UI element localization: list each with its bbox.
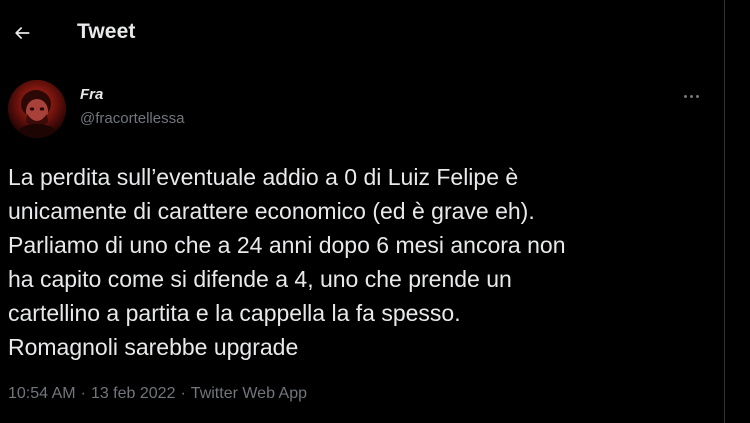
tweet-timestamp-time[interactable]: 10:54 AM [8,385,76,402]
tweet-source[interactable]: Twitter Web App [191,385,307,402]
arrow-left-icon [15,27,30,39]
author-display-name[interactable]: Fra [80,86,103,103]
tweet-text: La perdita sull’eventuale addio a 0 di L… [8,164,566,360]
author-handle[interactable]: @fracortellessa [80,110,184,127]
page-header: Tweet [0,0,724,66]
tweet-timestamp-date[interactable]: 13 feb 2022 [91,385,176,402]
meta-separator: · [180,385,186,402]
tweet-page: Tweet Fra @fracortellessa La perdita sul… [0,0,725,423]
more-options-button[interactable] [674,82,708,110]
avatar[interactable] [8,80,66,138]
more-horizontal-icon-dot [695,94,699,98]
tweet-meta: 10:54 AM · 13 feb 2022 · Twitter Web App [8,385,307,403]
more-horizontal-icon-dot [689,94,693,98]
back-button[interactable] [6,17,38,49]
page-title: Tweet [77,20,136,43]
scrollbar-track[interactable] [726,0,750,423]
more-horizontal-icon [683,94,687,98]
avatar-photo [8,80,66,138]
meta-separator: · [80,385,86,402]
